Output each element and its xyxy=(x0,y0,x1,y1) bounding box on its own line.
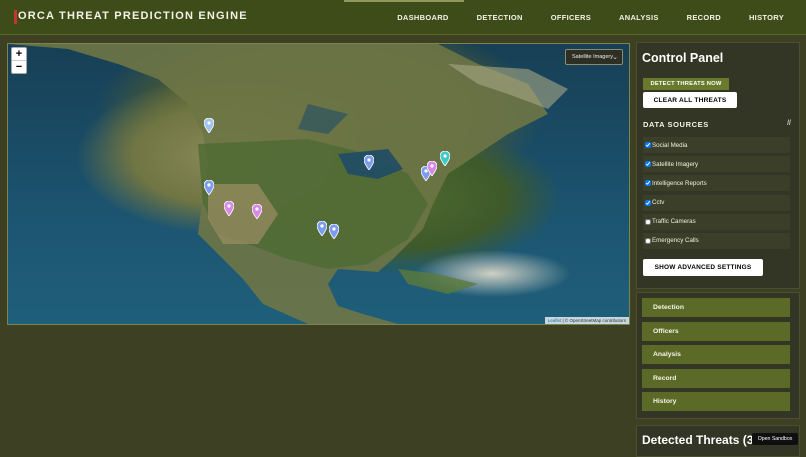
threat-marker[interactable] xyxy=(329,224,339,239)
data-sources-header: DATA SOURCES // xyxy=(643,120,791,129)
source-label: Cctv xyxy=(652,199,665,207)
source-emergency-calls[interactable]: Emergency Calls xyxy=(643,232,790,249)
threat-marker[interactable] xyxy=(440,151,450,166)
nav-officers[interactable]: OFFICERS xyxy=(551,13,591,22)
control-panel: Control Panel DETECT THREATS NOW CLEAR A… xyxy=(636,42,800,289)
quick-nav-officers[interactable]: Officers xyxy=(642,321,790,341)
top-navbar: ORCA THREAT PREDICTION ENGINE DASHBOARD … xyxy=(0,0,806,35)
source-social-media[interactable]: Social Media xyxy=(643,137,790,153)
source-label: Traffic Cameras xyxy=(652,218,696,226)
source-checkbox[interactable] xyxy=(645,218,651,225)
threat-marker[interactable] xyxy=(427,161,437,176)
resize-handle-icon[interactable]: // xyxy=(787,120,791,127)
attribution-text: | © OpenStreetMap contributors xyxy=(561,318,626,323)
source-label: Intelligence Reports xyxy=(652,179,707,187)
source-checkbox[interactable] xyxy=(645,161,651,168)
leaflet-link[interactable]: Leaflet xyxy=(548,318,562,323)
nav-analysis[interactable]: ANALYSIS xyxy=(619,13,659,22)
zoom-out-button[interactable]: − xyxy=(12,60,26,73)
source-label: Social Media xyxy=(652,141,688,149)
layer-select-value: Satellite Imagery xyxy=(572,54,613,60)
chevron-down-icon: ⌄ xyxy=(612,54,618,61)
source-label: Emergency Calls xyxy=(652,237,699,245)
source-label: Satellite Imagery xyxy=(652,160,699,168)
nav-detection[interactable]: DETECTION xyxy=(477,13,523,22)
source-checkbox[interactable] xyxy=(645,142,651,148)
source-checkbox[interactable] xyxy=(645,237,651,244)
nav-record[interactable]: RECORD xyxy=(687,13,721,22)
threat-marker[interactable] xyxy=(252,204,262,219)
threat-map[interactable]: + − Satellite Imagery ⌄ Leaflet | © Open… xyxy=(7,43,630,325)
map-attribution: Leaflet | © OpenStreetMap contributors xyxy=(544,317,629,324)
source-checkbox[interactable] xyxy=(645,180,651,187)
threat-marker[interactable] xyxy=(204,118,214,133)
quick-nav-detection[interactable]: Detection xyxy=(642,298,790,317)
zoom-control: + − xyxy=(11,47,27,74)
zoom-in-button[interactable]: + xyxy=(12,48,26,60)
control-panel-title: Control Panel xyxy=(642,51,724,65)
threat-marker[interactable] xyxy=(224,201,234,216)
map-layer-select[interactable]: Satellite Imagery ⌄ xyxy=(565,49,623,65)
main-nav: DASHBOARD DETECTION OFFICERS ANALYSIS RE… xyxy=(369,0,784,34)
source-satellite-imagery[interactable]: Satellite Imagery xyxy=(643,156,790,173)
quick-nav-panel: Detection Officers Analysis Record Histo… xyxy=(636,292,800,419)
advanced-settings-button[interactable]: SHOW ADVANCED SETTINGS xyxy=(643,259,763,276)
detected-threats-title: Detected Threats (33 xyxy=(642,433,761,447)
satellite-basemap xyxy=(8,44,568,324)
quick-nav-analysis[interactable]: Analysis xyxy=(642,345,790,364)
source-traffic-cameras[interactable]: Traffic Cameras xyxy=(643,213,790,230)
threat-marker[interactable] xyxy=(364,155,374,170)
threat-marker[interactable] xyxy=(204,180,214,195)
quick-nav-history[interactable]: History xyxy=(642,392,790,411)
data-sources-title: DATA SOURCES xyxy=(643,120,709,129)
brand-mark xyxy=(14,10,17,24)
open-sandbox-button[interactable]: Open Sandbox xyxy=(752,433,798,445)
nav-history[interactable]: HISTORY xyxy=(749,13,784,22)
quick-nav-record[interactable]: Record xyxy=(642,368,790,388)
source-cctv[interactable]: Cctv xyxy=(643,194,790,211)
app-title[interactable]: ORCA THREAT PREDICTION ENGINE xyxy=(18,10,248,22)
source-checkbox[interactable] xyxy=(645,199,651,206)
source-intelligence-reports[interactable]: Intelligence Reports xyxy=(643,175,790,192)
nav-dashboard[interactable]: DASHBOARD xyxy=(397,13,448,22)
data-sources-list: Social Media Satellite Imagery Intellige… xyxy=(643,137,790,252)
threat-marker[interactable] xyxy=(317,221,327,236)
clear-threats-button[interactable]: CLEAR ALL THREATS xyxy=(643,92,737,108)
detect-threats-button[interactable]: DETECT THREATS NOW xyxy=(643,78,729,90)
